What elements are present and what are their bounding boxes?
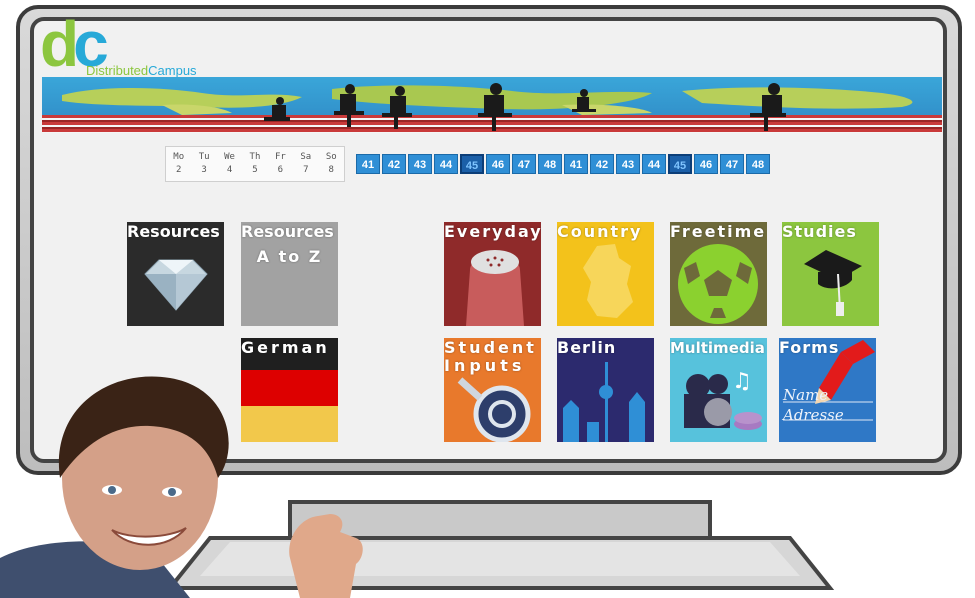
weekday-calendar: Mo 2 Tu 3 We 4 Th 5 Fr 6 Sa 7 So 8 — [165, 146, 345, 182]
tile-student-inputs[interactable]: Student Inputs — [444, 338, 541, 442]
weekday-label: Sa — [300, 152, 312, 162]
weekday-tu[interactable]: Tu 3 — [199, 151, 210, 177]
tile-label: German — [241, 338, 330, 357]
week-button[interactable]: 41 — [356, 154, 380, 174]
presenter-photo — [0, 376, 363, 598]
tile-label: Freetime — [670, 222, 767, 241]
tile-label: Student — [444, 338, 537, 357]
weekday-label: Tu — [198, 152, 210, 162]
tile-studies[interactable]: Studies — [782, 222, 879, 326]
weekday-label: So — [325, 152, 337, 162]
logo-wordmark: DistributedCampus — [86, 63, 197, 78]
weekday-fr[interactable]: Fr 6 — [275, 151, 286, 177]
weekday-date: 6 — [277, 165, 284, 175]
tile-everyday[interactable]: Everyday — [444, 222, 541, 326]
week-button[interactable]: 44 — [642, 154, 666, 174]
week-button[interactable]: 43 — [408, 154, 432, 174]
tile-resources[interactable]: Resources — [127, 222, 224, 326]
week-button[interactable]: 47 — [720, 154, 744, 174]
form-name-text: Name — [783, 386, 829, 404]
tile-label: Resources — [127, 222, 220, 241]
form-adresse-text: Adresse — [783, 406, 844, 424]
logo-mark-d: d — [40, 8, 79, 80]
weekday-th[interactable]: Th 5 — [250, 151, 261, 177]
week-number-bar: 41 42 43 44 45 46 47 48 41 42 43 44 45 4… — [356, 154, 770, 174]
weekday-date: 3 — [201, 165, 207, 175]
tile-freetime[interactable]: Freetime — [670, 222, 767, 326]
tile-label: Country — [557, 222, 643, 241]
weekday-we[interactable]: We 4 — [224, 151, 235, 177]
tile-country[interactable]: Country — [557, 222, 654, 326]
header-banner — [42, 77, 942, 133]
week-button-current[interactable]: 45 — [460, 154, 484, 174]
week-button[interactable]: 48 — [746, 154, 770, 174]
week-button[interactable]: 41 — [564, 154, 588, 174]
weekday-mo[interactable]: Mo 2 — [173, 151, 184, 177]
weekday-date: 8 — [328, 165, 334, 175]
weekday-sa[interactable]: Sa 7 — [300, 151, 311, 177]
people-silhouettes — [264, 83, 786, 131]
tile-label-line2: Inputs — [444, 356, 526, 375]
week-button[interactable]: 46 — [694, 154, 718, 174]
tile-label: Forms — [779, 338, 840, 357]
tile-berlin[interactable]: Berlin — [557, 338, 654, 442]
week-button[interactable]: 48 — [538, 154, 562, 174]
weekday-so[interactable]: So 8 — [326, 151, 337, 177]
weekday-label: Mo — [173, 152, 185, 162]
tile-label: Resources — [241, 222, 334, 241]
weekday-date: 2 — [175, 165, 182, 175]
week-button[interactable]: 44 — [434, 154, 458, 174]
weekday-label: Th — [249, 152, 261, 162]
svg-text:♫: ♫ — [732, 369, 752, 394]
tile-label: Berlin — [557, 338, 617, 357]
week-button[interactable]: 42 — [382, 154, 406, 174]
tile-label: Everyday — [444, 222, 541, 241]
weekday-label: We — [224, 152, 235, 162]
week-button[interactable]: 42 — [590, 154, 614, 174]
week-button[interactable]: 46 — [486, 154, 510, 174]
tile-label: Studies — [782, 222, 857, 241]
tile-multimedia[interactable]: ♫ Multimedia — [670, 338, 767, 442]
logo-text-campus: Campus — [148, 63, 197, 78]
tile-label-line2: A to Z — [256, 247, 323, 266]
weekday-date: 4 — [226, 165, 233, 175]
tile-forms[interactable]: Forms Name Adresse — [779, 338, 876, 442]
distributed-campus-logo[interactable]: dc dc DistributedCampus — [40, 12, 260, 82]
weekday-date: 5 — [252, 165, 258, 175]
weekday-date: 7 — [303, 165, 309, 175]
week-button[interactable]: 47 — [512, 154, 536, 174]
week-button[interactable]: 43 — [616, 154, 640, 174]
tile-resources-a-to-z[interactable]: Resources A to Z — [241, 222, 338, 326]
weekday-label: Fr — [274, 152, 286, 162]
logo-text-distributed: Distributed — [86, 63, 149, 78]
tile-label: Multimedia — [670, 339, 765, 357]
week-button-current[interactable]: 45 — [668, 154, 692, 174]
